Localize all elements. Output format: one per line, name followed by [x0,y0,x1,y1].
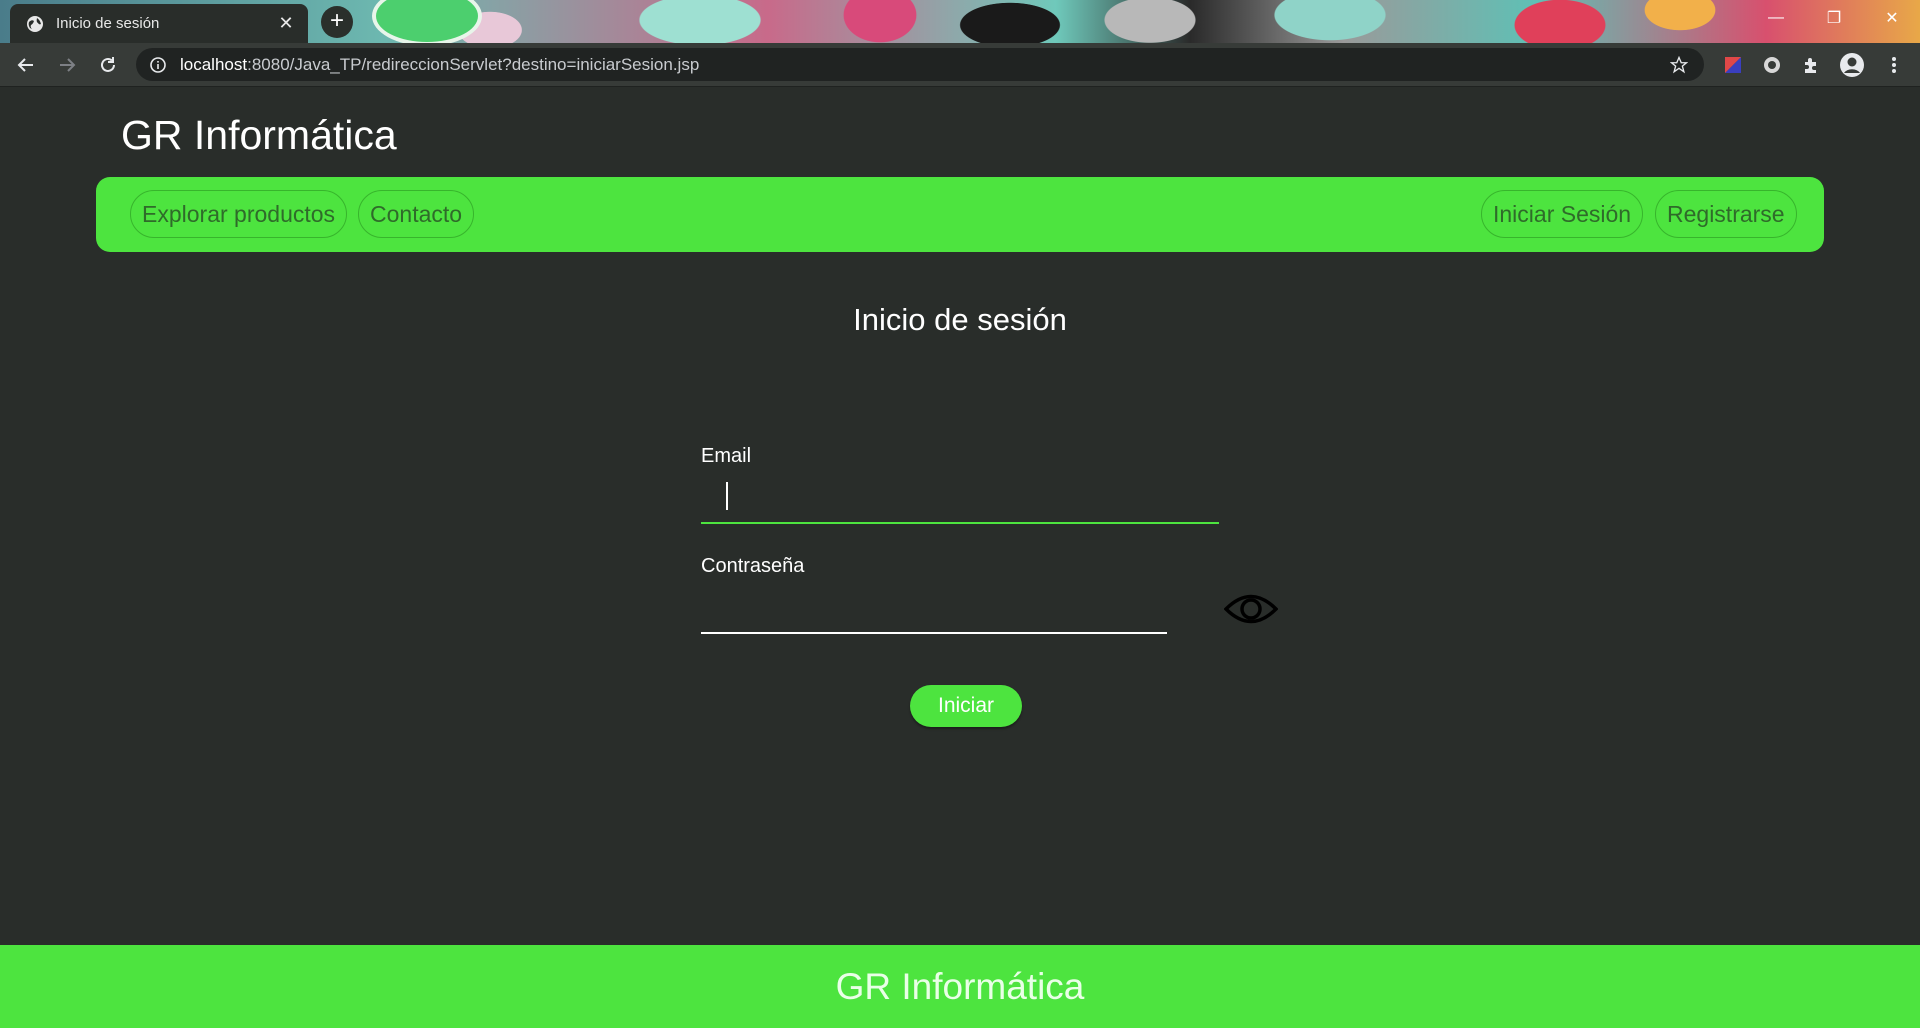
navbar: Explorar productos Contacto Iniciar Sesi… [96,177,1824,252]
close-tab-icon[interactable]: ✕ [276,13,296,34]
info-icon[interactable] [150,56,166,73]
forward-icon[interactable] [53,51,81,79]
globe-icon [26,15,44,33]
nav-explorar-productos[interactable]: Explorar productos [130,190,348,238]
text-caret [726,482,728,510]
submit-button[interactable]: Iniciar [910,685,1022,727]
nav-registrarse[interactable]: Registrarse [1655,190,1797,238]
wallpaper-logo [372,0,482,46]
close-window-button[interactable]: ✕ [1864,0,1920,36]
url-text[interactable]: localhost:8080/Java_TP/redireccionServle… [180,55,1670,75]
menu-icon[interactable] [1880,51,1908,79]
back-icon[interactable] [12,51,40,79]
record-extension-icon[interactable] [1758,51,1786,79]
browser-tab[interactable]: Inicio de sesión ✕ [10,4,308,43]
site-brand[interactable]: GR Informática [121,112,397,159]
minimize-button[interactable]: — [1748,0,1804,36]
tab-title: Inicio de sesión [56,15,160,32]
address-bar[interactable]: localhost:8080/Java_TP/redireccionServle… [136,48,1704,81]
email-label: Email [701,445,752,467]
browser-titlebar: Inicio de sesión ✕ + — ❐ ✕ [0,0,1920,46]
footer: GR Informática [0,945,1920,1028]
extension-badge-icon[interactable] [1719,51,1747,79]
nav-iniciar-sesion[interactable]: Iniciar Sesión [1481,190,1644,238]
star-icon[interactable] [1670,55,1688,74]
password-field[interactable] [701,582,1167,634]
password-label: Contraseña [701,555,805,577]
email-field[interactable] [701,472,1219,524]
extension-icon[interactable] [1797,51,1825,79]
nav-contacto[interactable]: Contacto [358,190,475,238]
new-tab-button[interactable]: + [321,6,353,38]
reload-icon[interactable] [94,51,122,79]
page-title: Inicio de sesión [853,302,1067,337]
browser-toolbar: localhost:8080/Java_TP/redireccionServle… [0,43,1920,87]
footer-brand: GR Informática [835,965,1085,1007]
profile-icon[interactable] [1838,51,1866,79]
eye-icon[interactable] [1223,592,1279,626]
restore-button[interactable]: ❐ [1806,0,1862,36]
